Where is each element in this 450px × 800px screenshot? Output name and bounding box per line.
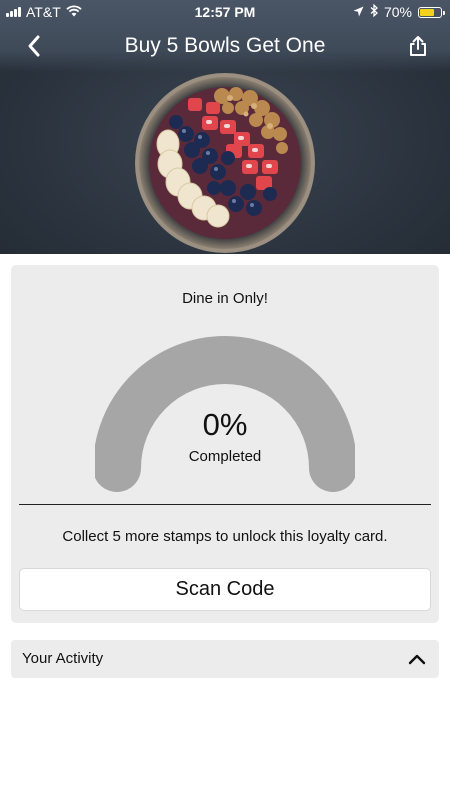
- status-right: 70%: [353, 3, 445, 20]
- battery-icon: [418, 6, 445, 18]
- scan-code-button[interactable]: Scan Code: [19, 568, 431, 611]
- your-activity-label: Your Activity: [22, 650, 104, 667]
- back-button[interactable]: [20, 32, 48, 60]
- share-button[interactable]: [404, 32, 432, 60]
- chevron-up-icon[interactable]: [407, 650, 427, 668]
- chevron-left-icon: [28, 35, 40, 57]
- loyalty-card: Dine in Only! 0% Completed Collect 5 mor…: [11, 265, 439, 623]
- stamps-message: Collect 5 more stamps to unlock this loy…: [62, 528, 388, 545]
- card-divider: [19, 504, 431, 505]
- share-icon: [410, 36, 426, 56]
- status-bar: AT&T 12:57 PM 70%: [0, 0, 450, 24]
- your-activity-section[interactable]: Your Activity: [11, 640, 439, 678]
- progress-percent: 0%: [202, 407, 248, 442]
- dine-in-note: Dine in Only!: [182, 290, 268, 307]
- battery-label: 70%: [383, 4, 412, 20]
- bluetooth-icon: [370, 3, 378, 20]
- progress-label: Completed: [188, 448, 262, 465]
- bowl-photo: [130, 68, 320, 254]
- page-title: Buy 5 Bowls Get One: [124, 34, 326, 57]
- hero-header: AT&T 12:57 PM 70% Buy 5 Bowls Get One: [0, 0, 450, 254]
- location-arrow-icon: [353, 4, 364, 20]
- nav-bar: Buy 5 Bowls Get One: [0, 26, 450, 66]
